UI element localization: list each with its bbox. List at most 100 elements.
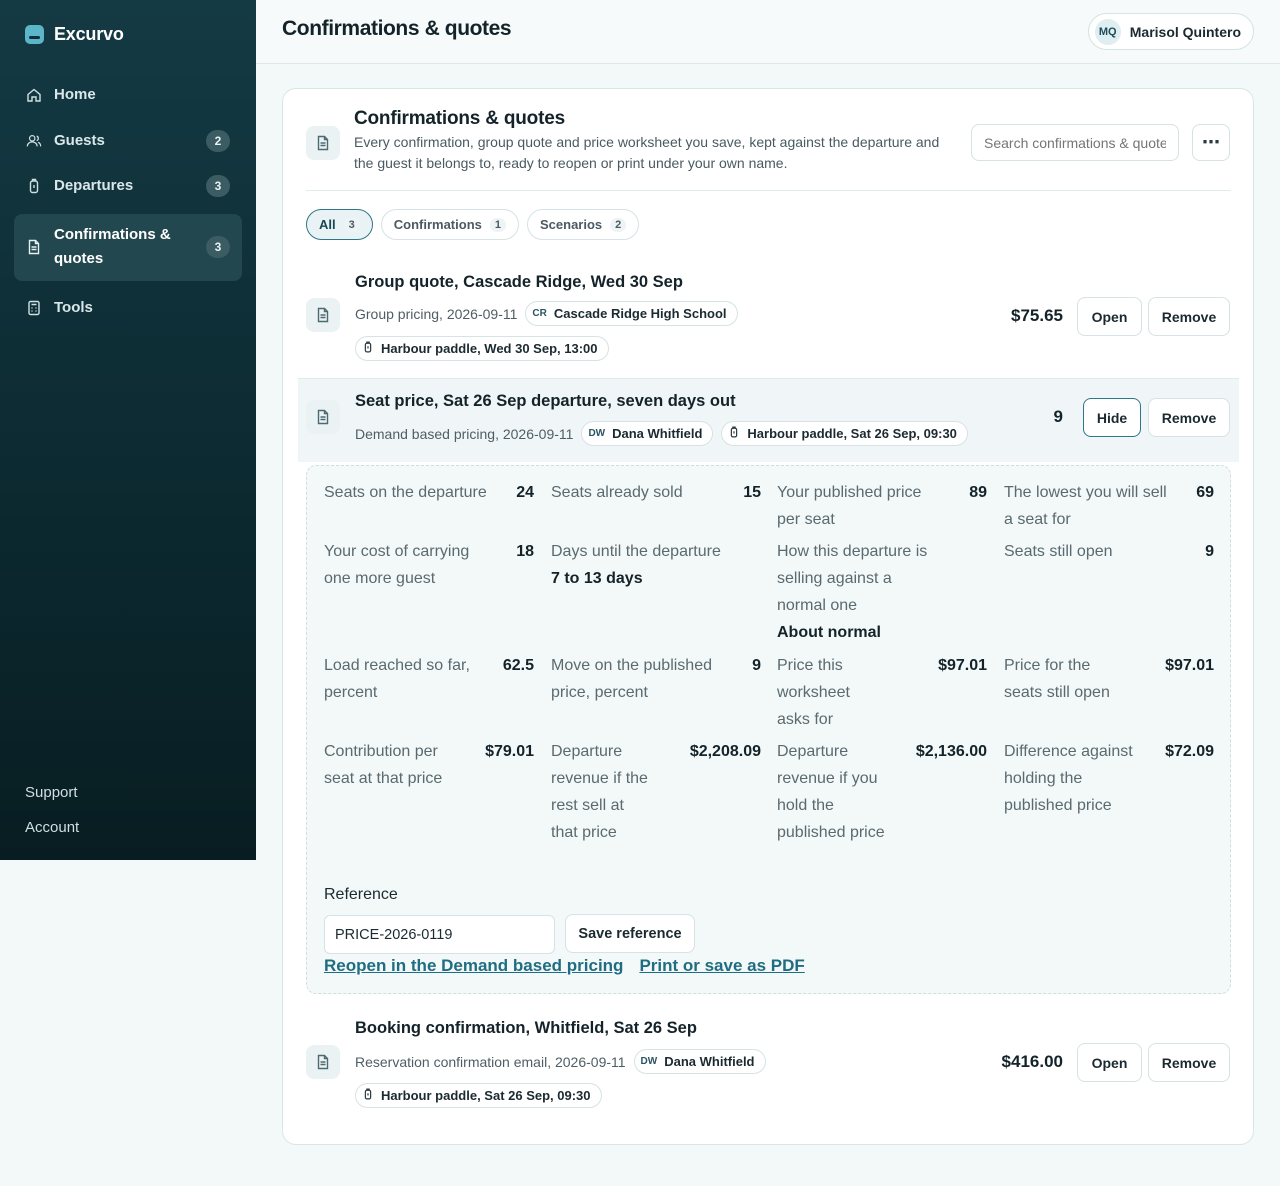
guest-tag[interactable]: CR Cascade Ridge High School [525,301,738,326]
calculator-icon [26,300,42,316]
count-badge: 2 [206,129,230,152]
detail-value: 89 [969,484,987,501]
sidebar-item-confirmations[interactable]: Confirmations & quotes 3 [14,213,242,281]
detail-field: Your published price per seat 89 [777,479,987,533]
detail-value: $97.01 [1165,657,1214,674]
open-button[interactable]: Open [1077,1043,1142,1082]
guest-name: Cascade Ridge High School [553,306,727,321]
users-icon [26,133,42,149]
save-reference-button[interactable]: Save reference [565,914,695,953]
sidebar-item-tools[interactable]: Tools [14,290,242,326]
reopen-link[interactable]: Reopen in the Demand based pricing [324,956,623,976]
detail-field: Price this worksheet asks for $97.01 [777,652,987,733]
detail-value: 15 [743,484,761,501]
support-link[interactable]: Support [25,782,79,817]
filter-confirmations[interactable]: Confirmations 1 [380,209,519,240]
departure-tag[interactable]: Harbour paddle, Wed 30 Sep, 13:00 [355,336,609,361]
detail-field: Departure revenue if you hold the publis… [777,738,987,846]
detail-field: Seats already sold 15 [551,479,761,506]
guest-tag[interactable]: DW Dana Whitfield [581,421,714,446]
user-menu[interactable]: MQ Marisol Quintero [1087,13,1254,50]
departure-name: Harbour paddle, Sat 26 Sep, 09:30 [747,426,957,441]
departure-name: Harbour paddle, Sat 26 Sep, 09:30 [381,1088,591,1103]
list-item-expanded: Seat price, Sat 26 Sep departure, seven … [306,378,1231,462]
filter-scenarios[interactable]: Scenarios 2 [527,209,640,240]
paddle-icon [728,426,740,441]
item-title: Booking confirmation, Whitfield, Sat 26 … [355,1019,697,1037]
brand-name: Excurvo [54,24,124,44]
sidebar-item-departures[interactable]: Departures 3 [14,168,242,204]
detail-label: Seats already sold [551,484,683,501]
item-meta: Group pricing, 2026-09-11 CR Cascade Rid… [355,301,738,326]
detail-value: About normal [777,624,881,641]
detail-label: The lowest you will sell a seat for [1004,484,1167,528]
detail-value: $2,208.09 [689,743,761,760]
remove-button[interactable]: Remove [1148,398,1230,437]
top-header: Confirmations & quotes MQ Marisol Quinte… [256,0,1280,64]
filter-label: Confirmations [393,217,482,232]
detail-label: Seats on the departure [324,484,487,501]
departure-tag[interactable]: Harbour paddle, Sat 26 Sep, 09:30 [721,421,968,446]
item-meta: Reservation confirmation email, 2026-09-… [355,1049,766,1074]
paddle-icon [362,341,374,356]
detail-field: Seats on the departure 24 [324,479,534,506]
detail-value: 18 [516,543,534,560]
detail-label: Seats still open [1004,543,1113,560]
card-title: Confirmations & quotes [354,108,565,129]
detail-field: Move on the published price, percent 9 [551,652,761,706]
detail-value: 62.5 [502,657,534,674]
open-button[interactable]: Open [1077,297,1142,336]
reference-label: Reference [324,886,398,903]
print-link[interactable]: Print or save as PDF [639,956,804,976]
search-input[interactable] [971,124,1179,161]
guest-name: Dana Whitfield [612,426,703,441]
guest-initials: DW [588,428,606,439]
document-icon [306,126,340,160]
sidebar-item-home[interactable]: Home [14,77,242,113]
detail-label: How this departure is selling against a … [777,543,928,614]
remove-button[interactable]: Remove [1148,1043,1230,1082]
list-item: Booking confirmation, Whitfield, Sat 26 … [306,1017,1231,1117]
paddle-icon [362,1088,374,1103]
detail-label: Your published price per seat [777,484,922,528]
departure-tag[interactable]: Harbour paddle, Sat 26 Sep, 09:30 [355,1083,602,1108]
sidebar-item-guests[interactable]: Guests 2 [14,123,242,159]
brand[interactable]: Excurvo [25,24,124,45]
item-type-date: Group pricing, 2026-09-11 [355,305,518,322]
item-title: Group quote, Cascade Ridge, Wed 30 Sep [355,273,683,291]
detail-value: $72.09 [1165,743,1214,760]
guest-tag[interactable]: DW Dana Whitfield [633,1049,766,1074]
detail-field: Contribution per seat at that price $79.0… [324,738,534,792]
card-description: Every confirmation, group quote and pric… [354,134,940,171]
detail-field: Your cost of carrying one more guest 18 [324,538,534,592]
account-link[interactable]: Account [25,817,79,852]
filter-count: 3 [343,217,360,232]
count-badge: 3 [206,236,230,258]
detail-value: $97.01 [938,657,987,674]
guest-name: Dana Whitfield [664,1054,755,1069]
detail-label: Your cost of carrying one more guest [324,543,470,587]
user-name: Marisol Quintero [1129,23,1241,40]
item-value: 9 [1053,407,1063,426]
page-title: Confirmations & quotes [282,17,512,40]
item-type-date: Reservation confirmation email, 2026-09-… [355,1053,626,1070]
sidebar-footer: Support Account [25,782,79,852]
sidebar-item-label: Guests [54,131,105,149]
hide-button[interactable]: Hide [1083,398,1141,437]
reference-input[interactable] [324,915,555,954]
detail-field: Departure revenue if the rest sell at th… [551,738,761,846]
sidebar-item-label: Home [54,86,96,103]
detail-field: How this departure is selling against a … [777,538,987,646]
detail-value: $79.01 [485,743,534,760]
more-options-button[interactable]: ⋯ [1192,124,1230,161]
guest-initials: DW [640,1056,658,1067]
remove-button[interactable]: Remove [1148,297,1230,336]
sidebar-item-label: Confirmations & quotes [54,226,171,267]
filter-label: Scenarios [540,217,603,232]
filter-all[interactable]: All 3 [306,209,373,240]
detail-label: Days until the departure [551,543,721,560]
avatar: MQ [1094,18,1121,45]
worksheet-links: Reopen in the Demand based pricing Print… [324,956,805,976]
detail-field: Load reached so far, percent 62.5 [324,652,534,706]
detail-value: 69 [1196,484,1214,501]
